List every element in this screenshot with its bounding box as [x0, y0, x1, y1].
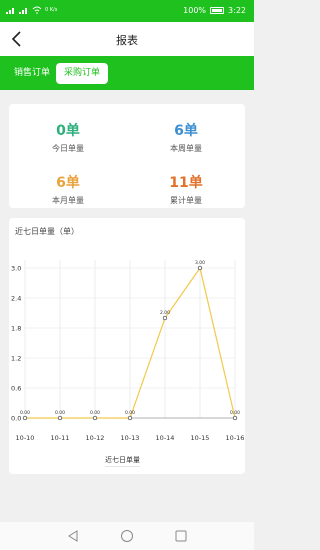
stat-week-label: 本周单量 [170, 144, 202, 153]
data-point [92, 415, 98, 421]
wifi-icon [32, 6, 42, 14]
back-triangle-icon[interactable] [66, 529, 80, 543]
chart-title: 近七日单量（单） [15, 227, 79, 236]
stat-month-label: 本月单量 [52, 196, 84, 205]
nav-bar: 报表 [0, 22, 254, 56]
data-label: 0.00 [230, 410, 240, 416]
y-tick-label: 3.0 [11, 265, 21, 273]
stat-week: 6单 本周单量 [127, 120, 245, 154]
stat-week-value: 6单 [174, 123, 198, 139]
data-point [162, 315, 168, 321]
x-tick-label: 10-13 [121, 434, 140, 442]
stat-total-value: 11单 [169, 175, 203, 191]
y-tick-label: 2.4 [11, 295, 21, 303]
line-chart: 0.00.61.21.82.43.010-10 10-11 10-12 10-13 10… [11, 260, 245, 442]
data-label: 0.00 [90, 410, 100, 416]
stats-card: 0单 今日单量 6单 本周单量 6单 本月单量 11单 累计单量 [9, 104, 245, 208]
home-circle-icon[interactable] [120, 529, 134, 543]
x-tick-label: 10-11 [51, 434, 70, 442]
data-label: 2.00 [160, 310, 170, 316]
system-nav-bar [0, 522, 254, 550]
stat-month-value: 6单 [56, 175, 80, 191]
network-speed: 0 K/s [45, 7, 58, 13]
stat-month: 6单 本月单量 [9, 172, 127, 206]
page-title: 报表 [116, 34, 138, 47]
clock: 3:22 [228, 6, 246, 15]
stat-today-value: 0单 [56, 123, 80, 139]
status-left: 0 K/s [6, 6, 57, 14]
tab-sales-orders[interactable]: 销售订单 [6, 63, 58, 84]
tab-purchase-orders[interactable]: 采购订单 [56, 63, 109, 84]
y-tick-label: 0.6 [11, 385, 21, 393]
signal-icon [6, 8, 14, 14]
stat-today-label: 今日单量 [52, 144, 84, 153]
data-label: 0.00 [20, 410, 30, 416]
stat-total: 11单 累计单量 [127, 172, 245, 206]
data-point [232, 415, 238, 421]
x-tick-label: 10-14 [156, 434, 175, 442]
battery-percent: 100% [183, 6, 207, 15]
signal-icon-2 [19, 8, 27, 14]
data-label: 3.00 [195, 260, 205, 266]
stat-today: 0单 今日单量 [9, 120, 127, 154]
y-tick-label: 1.8 [11, 325, 21, 333]
y-tick-label: 1.2 [11, 355, 21, 363]
data-point [57, 415, 63, 421]
data-label: 0.00 [125, 410, 135, 416]
chart-card: 0.0 0.6 1.2 1.8 2.4 3.0 10-10 10-11 10-12 10-13 10… [9, 218, 245, 474]
x-tick-label: 10-12 [86, 434, 105, 442]
x-tick-label: 10-10 [16, 434, 35, 442]
stat-total-label: 累计单量 [170, 196, 202, 205]
recents-square-icon[interactable] [174, 529, 188, 543]
data-point [22, 415, 28, 421]
order-type-tabs: 销售订单 采购订单 [0, 56, 254, 90]
data-point [127, 415, 133, 421]
data-label: 0.00 [55, 410, 65, 416]
status-right: 100% 3:22 [183, 6, 246, 15]
status-bar: 0 K/s 100% 3:22 [0, 0, 254, 22]
x-tick-label: 10-16 [226, 434, 245, 442]
battery-icon [210, 7, 225, 14]
chart-legend: 近七日单量 [105, 455, 140, 467]
x-tick-label: 10-15 [191, 434, 210, 442]
data-point [197, 265, 203, 271]
